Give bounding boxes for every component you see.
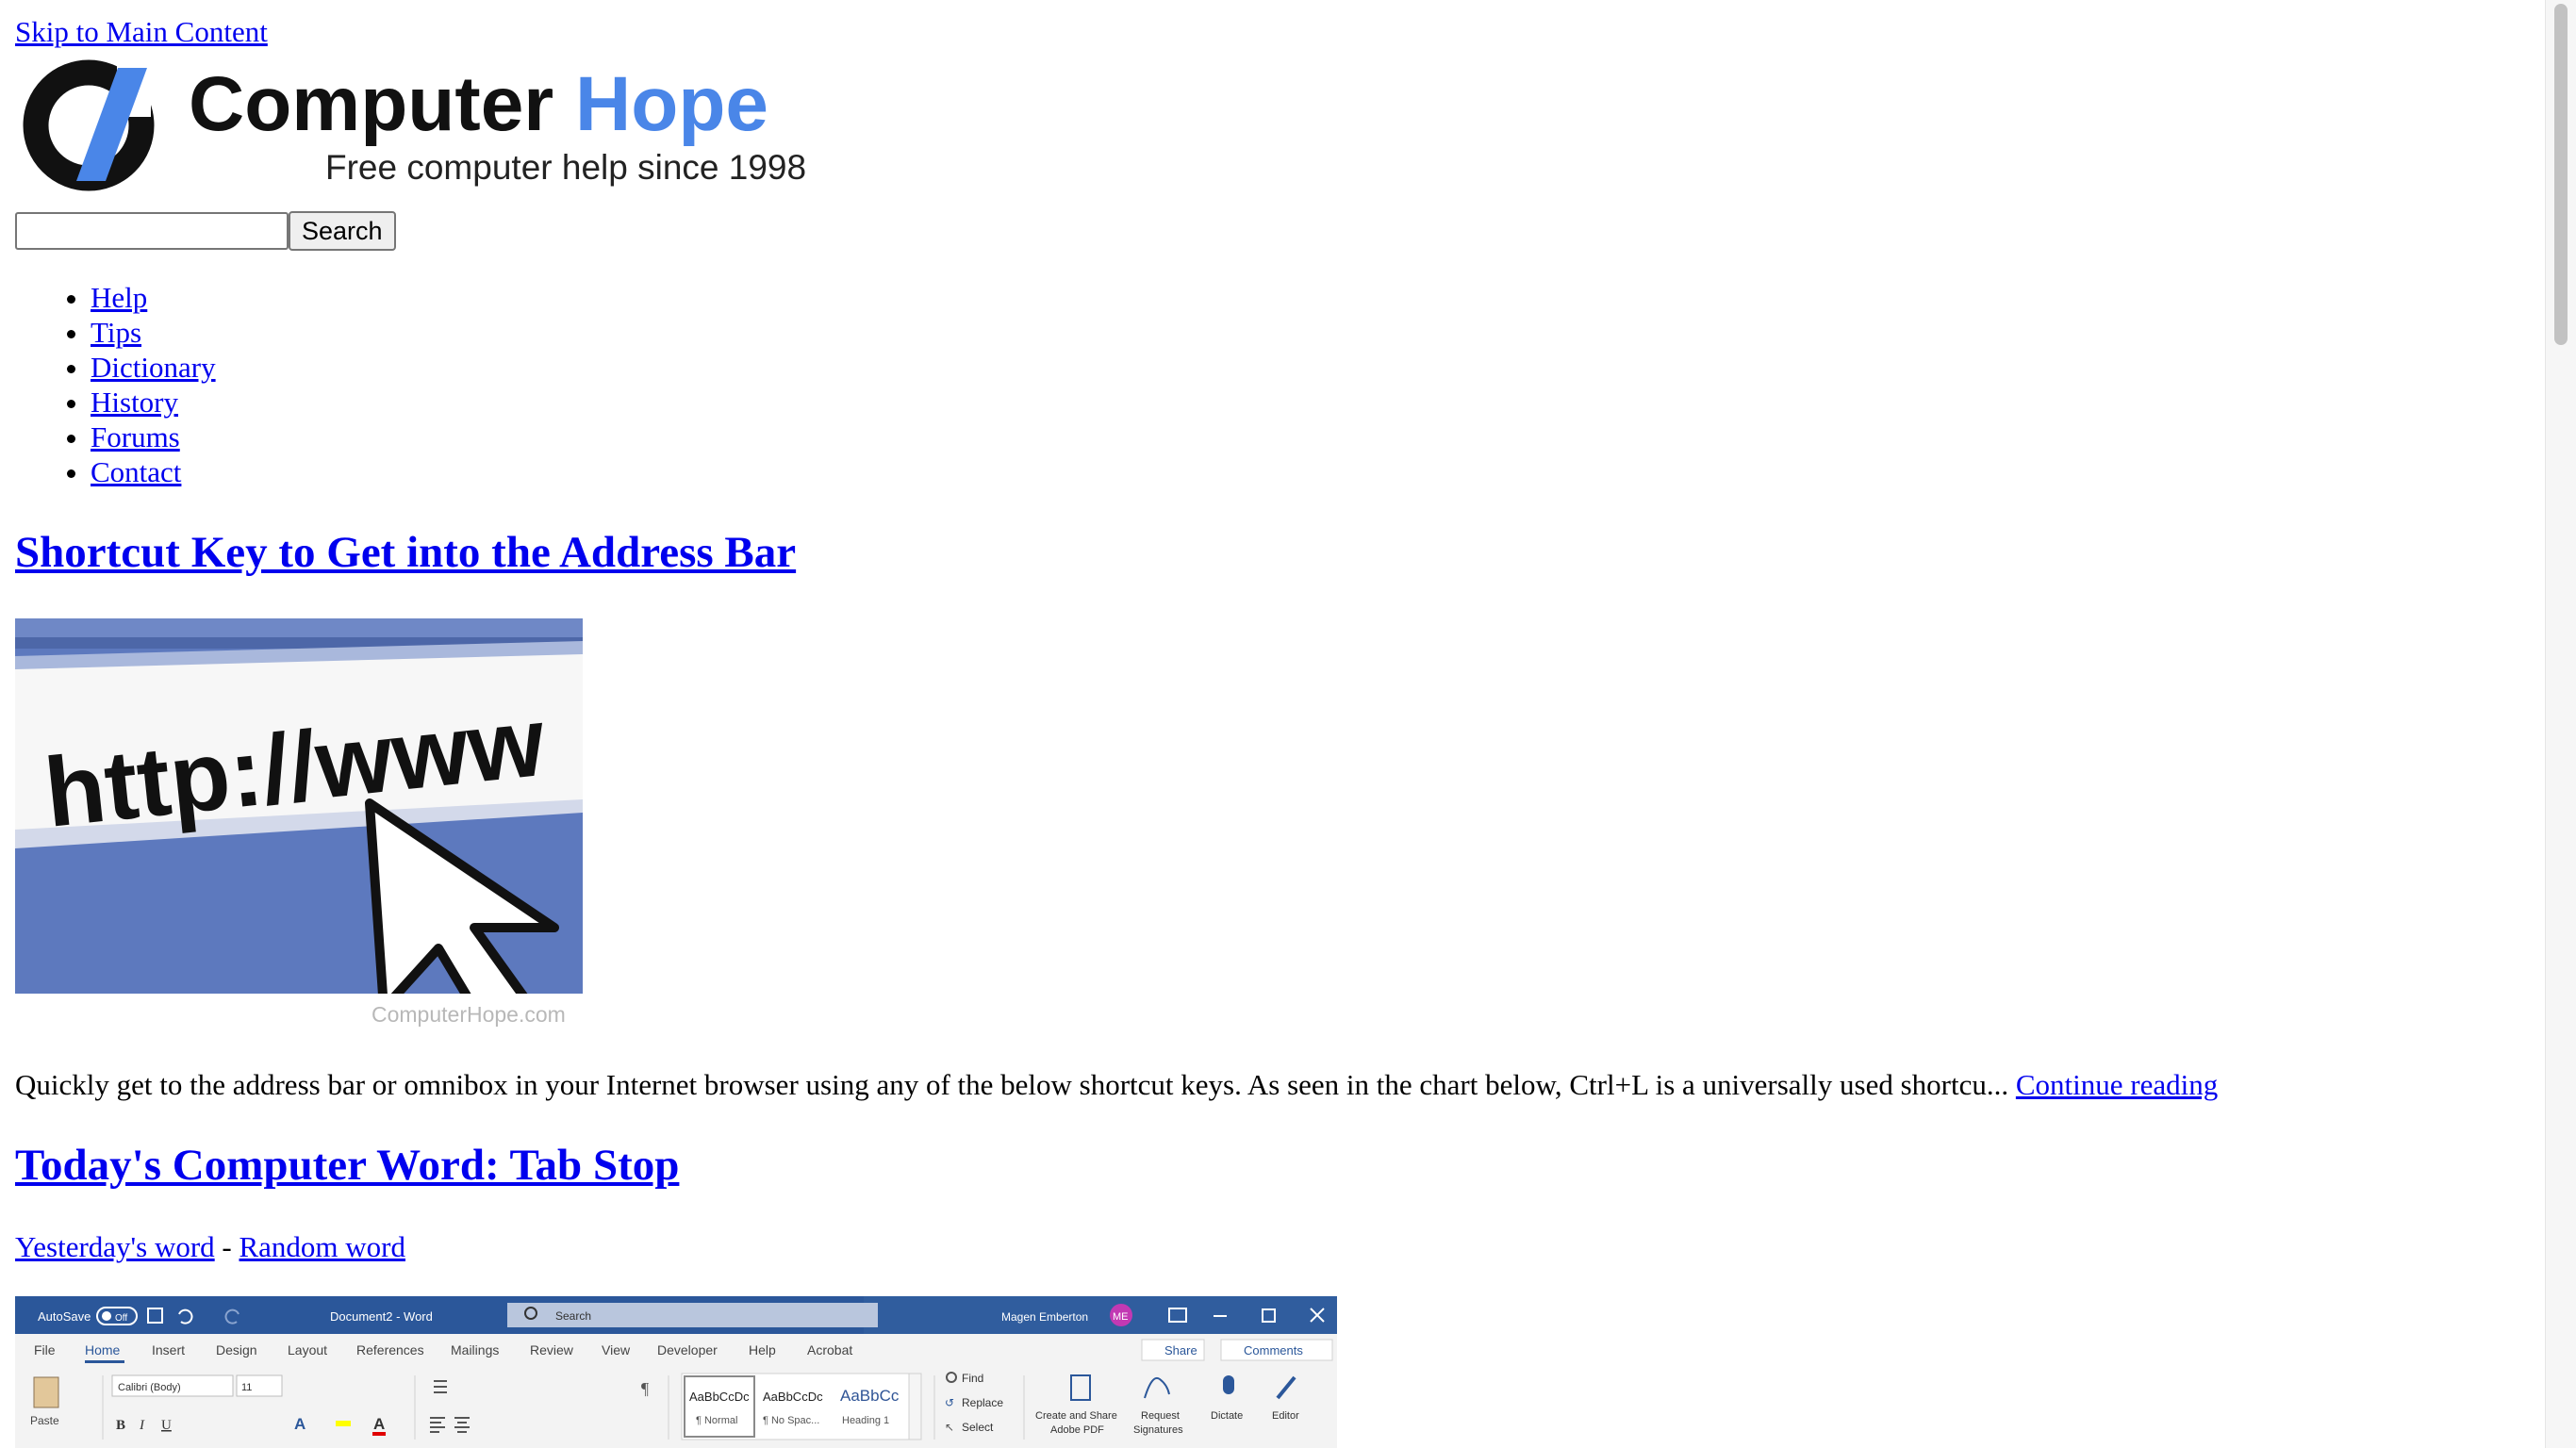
nav-link-dictionary[interactable]: Dictionary [91, 351, 216, 384]
text-effects-icon: A [294, 1415, 305, 1433]
search-button[interactable]: Search [289, 211, 396, 251]
word-nav-links: Yesterday's word - Random word [15, 1229, 405, 1264]
share-label: Share [1164, 1343, 1197, 1358]
select-label: Select [962, 1421, 994, 1434]
select-icon: ↖ [945, 1421, 954, 1434]
tool-request-line2: Signatures [1133, 1424, 1183, 1436]
italic-icon: I [139, 1418, 145, 1433]
paste-label: Paste [30, 1414, 59, 1427]
title-search-text: Search [555, 1309, 591, 1323]
ribbon-tab-review: Review [530, 1342, 574, 1358]
font-color-icon: A [373, 1415, 385, 1433]
image-watermark: ComputerHope.com [372, 1002, 566, 1027]
bold-icon: B [116, 1418, 125, 1433]
autosave-state: Off [115, 1313, 127, 1324]
article-summary-text: Quickly get to the address bar or omnibo… [15, 1068, 2009, 1101]
ribbon-tab-developer: Developer [657, 1342, 718, 1358]
tool-request-line1: Request [1141, 1410, 1180, 1422]
tool-create-pdf-line1: Create and Share [1035, 1410, 1117, 1422]
address-bar-illustration[interactable]: http://www ComputerHope.com [15, 618, 583, 1029]
tool-dictate-label: Dictate [1211, 1410, 1243, 1422]
ribbon-tab-layout: Layout [288, 1342, 327, 1358]
replace-label: Replace [962, 1396, 1003, 1409]
style-heading1-sample: AaBbCc [840, 1387, 900, 1405]
page-scrollbar[interactable] [2545, 0, 2576, 1448]
autosave-toggle-knob [102, 1311, 111, 1321]
nav-item-dictionary: Dictionary [91, 350, 216, 385]
style-heading1-name: Heading 1 [842, 1415, 889, 1426]
pilcrow-icon: ¶ [641, 1379, 649, 1398]
article-heading: Shortcut Key to Get into the Address Bar [15, 526, 796, 579]
logo-tagline: Free computer help since 1998 [325, 148, 806, 187]
nav-link-history[interactable]: History [91, 386, 178, 419]
continue-reading-link[interactable]: Continue reading [2016, 1068, 2218, 1101]
tool-create-pdf-line2: Adobe PDF [1050, 1424, 1104, 1436]
random-word-link[interactable]: Random word [239, 1230, 406, 1263]
ribbon-tab-view: View [602, 1342, 631, 1358]
nav-item-history: History [91, 385, 216, 420]
word-of-day-link[interactable]: Today's Computer Word: Tab Stop [15, 1141, 679, 1190]
nav-link-contact[interactable]: Contact [91, 455, 181, 488]
ribbon-tab-home: Home [85, 1342, 121, 1358]
logo-emblem-icon [23, 59, 155, 191]
site-search-form: Search [15, 211, 396, 251]
search-input[interactable] [15, 212, 289, 250]
underline-icon: U [161, 1418, 172, 1433]
ribbon-tab-acrobat: Acrobat [807, 1342, 852, 1358]
dictate-icon [1223, 1375, 1234, 1394]
yesterdays-word-link[interactable]: Yesterday's word [15, 1230, 215, 1263]
styles-gallery [681, 1373, 922, 1440]
nav-item-contact: Contact [91, 454, 216, 489]
ribbon-tab-file: File [34, 1342, 56, 1358]
nav-link-help[interactable]: Help [91, 281, 147, 314]
paste-icon [33, 1376, 59, 1408]
word-of-day-heading: Today's Computer Word: Tab Stop [15, 1139, 679, 1192]
styles-scroll [908, 1373, 922, 1440]
find-label: Find [962, 1372, 983, 1385]
style-nospacing-sample: AaBbCcDc [763, 1390, 823, 1404]
ribbon-tab-insert: Insert [152, 1342, 185, 1358]
font-color-swatch [372, 1432, 386, 1436]
style-nospacing-name: ¶ No Spac... [763, 1415, 819, 1426]
nav-item-forums: Forums [91, 420, 216, 454]
style-normal-name: ¶ Normal [696, 1415, 737, 1426]
nav-item-help: Help [91, 280, 216, 315]
main-nav: Help Tips Dictionary History Forums Cont… [15, 280, 216, 489]
skip-to-main-link[interactable]: Skip to Main Content [15, 14, 268, 49]
nav-link-tips[interactable]: Tips [91, 316, 141, 349]
article-summary: Quickly get to the address bar or omnibo… [15, 1067, 2218, 1102]
user-initials: ME [1113, 1311, 1129, 1323]
ribbon-tab-mailings: Mailings [451, 1342, 499, 1358]
replace-icon: ↺ [945, 1396, 954, 1409]
scrollbar-thumb[interactable] [2554, 4, 2568, 345]
logo-name: Computer Hope [189, 61, 768, 147]
style-normal-sample: AaBbCcDc [689, 1390, 750, 1404]
computer-hope-logo[interactable]: Computer Hope Free computer help since 1… [19, 55, 820, 196]
highlight-color-icon [336, 1421, 351, 1426]
ribbon-tab-design: Design [216, 1342, 257, 1358]
ribbon-tab-help: Help [749, 1342, 776, 1358]
article-title-link[interactable]: Shortcut Key to Get into the Address Bar [15, 528, 796, 577]
ribbon-tab-references: References [356, 1342, 424, 1358]
font-name: Calibri (Body) [118, 1382, 181, 1393]
user-name: Magen Emberton [1001, 1310, 1088, 1324]
nav-link-forums[interactable]: Forums [91, 420, 180, 453]
word-ribbon-screenshot[interactable]: AutoSave Off Document2 - Word Search Mag… [15, 1296, 1337, 1448]
ribbon-tab-underline [85, 1360, 124, 1363]
autosave-label: AutoSave [38, 1309, 91, 1324]
font-size: 11 [241, 1382, 252, 1393]
word-links-separator: - [214, 1230, 239, 1263]
nav-item-tips: Tips [91, 315, 216, 350]
comments-label: Comments [1244, 1343, 1303, 1358]
tool-editor-label: Editor [1272, 1410, 1299, 1422]
document-title: Document2 - Word [330, 1309, 433, 1324]
